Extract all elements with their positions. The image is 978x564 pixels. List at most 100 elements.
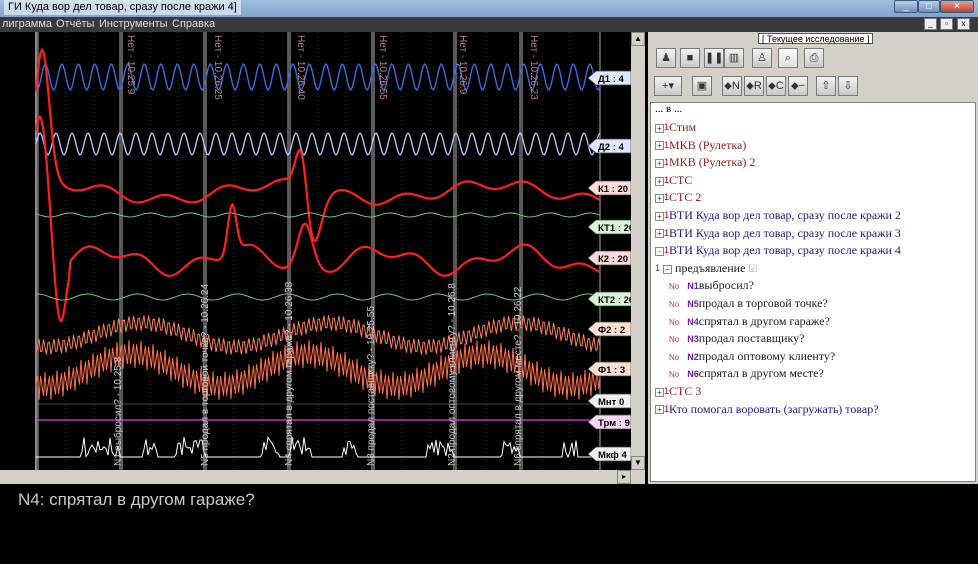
channel-label[interactable]: Д2 : 4 [598,142,624,153]
question-item[interactable]: No N6спрятал в другом месте? [669,365,824,381]
tree-item-label: ВТИ Куда вор дел товар, сразу после краж… [669,208,901,222]
channel-label[interactable]: К1 : 20 [598,184,628,195]
tree-item[interactable]: +1СТС 2 [655,189,701,205]
question-item[interactable]: No N5продал в торговой точке? [669,295,828,311]
expand-icon[interactable]: + [655,194,664,203]
channel-label[interactable]: Мкф 4 [598,450,627,461]
tree-item[interactable]: +1МКВ (Рулетка) 2 [655,154,755,170]
menu-help[interactable]: Справка [172,18,215,30]
question-label: выбросил? [699,278,754,292]
expand-icon[interactable]: + [655,405,664,414]
polygram-chart[interactable]: Нет - 10.25.9 Нет - 10.26.25 Нет - 10.26.4… [0,32,631,470]
scroll-right-button[interactable]: ▸ [617,470,631,484]
channel-label[interactable]: Д1 : 4 [598,74,624,85]
expand-icon[interactable]: + [655,229,664,238]
title-bar: ГИ Куда вор дел товар, сразу после кражи… [0,0,978,17]
add-n-icon[interactable]: ⬥N [722,76,742,96]
channel-label[interactable]: Ф2 : 2 [598,325,625,336]
marker-top-label: Нет - 10.26.40 [295,35,306,100]
checkbox-icon[interactable]: ☑ [748,264,757,275]
marker-icon[interactable]: ▥ [724,48,744,68]
question-number: N1 [687,281,699,291]
mdi-restore-button[interactable]: ▫ [940,18,953,30]
question-label: продал поставщику? [699,331,805,345]
close-button[interactable]: ✕ [940,0,974,13]
tree-item-label: ВТИ Куда вор дел товар, сразу после краж… [669,243,901,257]
mdi-minimize-button[interactable]: _ [924,18,937,30]
channel-label[interactable]: Мнт 0 [598,397,624,408]
scroll-up-button[interactable]: ▲ [631,32,645,46]
expand-icon[interactable]: + [655,388,664,397]
tree-item[interactable]: +1ВТИ Куда вор дел товар, сразу после кр… [655,225,901,241]
tree-item[interactable]: +1МКВ (Рулетка) [655,137,746,153]
move-up-icon[interactable]: ⇧ [816,76,836,96]
add-minus-icon[interactable]: ⬥− [788,76,808,96]
channel-label[interactable]: КТ2 : 20 [598,295,631,306]
subtree-root[interactable]: 1 − предъявление ☑ [655,260,757,276]
collapse-icon[interactable]: − [663,265,672,274]
marker-top-label: Нет - 10.26.9 [457,35,468,95]
answer-label: No [669,370,679,379]
expand-icon[interactable]: + [655,159,664,168]
question-item[interactable]: No N2продал оптовому клиенту? [669,348,835,364]
subtree-root-label: предъявление [675,261,745,275]
expand-icon[interactable]: + [655,212,664,221]
tree-item[interactable]: +1СТС [655,172,692,188]
add-c-icon[interactable]: ⬥C [766,76,786,96]
answer-label: No [669,353,679,362]
question-item[interactable]: No N1выбросил? [669,277,754,293]
tree-item-label: МКВ (Рулетка) [669,138,746,152]
current-question-text: N4: спрятал в другом гараже? [18,490,255,510]
add-r-icon[interactable]: ⬥R [744,76,764,96]
tree-item[interactable]: +1СТС 3 [655,383,701,399]
marker-bottom-label: N6 спрятал в другом месте? - 10.26.22 [513,286,524,466]
channel-label[interactable]: К2 : 20 [598,254,628,265]
stamp-icon[interactable]: ▣ [692,76,712,96]
move-down-icon[interactable]: ⇩ [838,76,858,96]
marker-top-label: Нет - 10.26.23 [528,35,539,100]
expand-icon[interactable]: + [655,124,664,133]
mdi-close-button[interactable]: x [957,18,970,30]
question-item[interactable]: No N4спрятал в другом гараже? [669,313,830,329]
channel-label[interactable]: КТ1 : 20 [598,223,631,234]
collapse-icon[interactable]: - [655,247,664,256]
question-label: продал оптовому клиенту? [699,349,835,363]
question-number: N6 [687,369,699,379]
tree-partial-item: ... в ... [655,102,682,117]
menu-polygram[interactable]: лиграмма [2,18,52,30]
horizontal-scrollbar[interactable]: ▸ [0,470,645,484]
question-number: N2 [687,352,699,362]
answer-label: No [669,318,679,327]
maximize-button[interactable]: □ [918,0,940,13]
pause-icon[interactable]: ❚❚ [704,48,724,68]
tree-item[interactable]: +1ВТИ Куда вор дел товар, сразу после кр… [655,207,901,223]
answer-label: No [669,300,679,309]
question-tree[interactable]: ... в ... +1Стим +1МКВ (Рулетка) +1МКВ (Ру… [650,102,976,482]
tree-item[interactable]: -1ВТИ Куда вор дел товар, сразу после кр… [655,242,901,258]
expand-icon[interactable]: + [655,177,664,186]
channel-label[interactable]: Трм : 9 [598,418,630,429]
answer-label: No [669,335,679,344]
question-label: спрятал в другом гараже? [699,314,830,328]
expand-icon[interactable]: + [655,141,664,150]
question-item[interactable]: No N3продал поставщику? [669,330,804,346]
pin-icon[interactable]: ♙ [752,48,772,68]
scroll-down-button[interactable]: ▼ [631,456,645,470]
marker-bottom-label: N5 продал в торговой точке? - 10.26.24 [200,283,211,466]
marker-top-label: Нет - 10.26.25 [212,35,223,100]
tree-item-label: СТС [669,173,692,187]
minimize-button[interactable]: _ [894,0,918,13]
search-icon[interactable]: ⌕ [778,48,798,68]
tree-item[interactable]: +1Кто помогал воровать (загружать) товар… [655,401,879,417]
record-icon[interactable]: ■ [680,48,700,68]
add-document-icon[interactable]: +▾ [654,76,682,96]
person-icon[interactable]: ♟ [656,48,676,68]
menu-tools[interactable]: Инструменты [99,18,168,30]
channel-label[interactable]: Ф1 : 3 [598,365,625,376]
menu-reports[interactable]: Отчёты [56,18,94,30]
tree-item[interactable]: +1Стим [655,119,696,135]
tree-item-label: СТС 2 [669,190,701,204]
vertical-scrollbar[interactable]: ▲ ▼ [631,32,645,470]
question-number: N3 [687,334,699,344]
print-icon[interactable]: ⎙ [804,48,824,68]
